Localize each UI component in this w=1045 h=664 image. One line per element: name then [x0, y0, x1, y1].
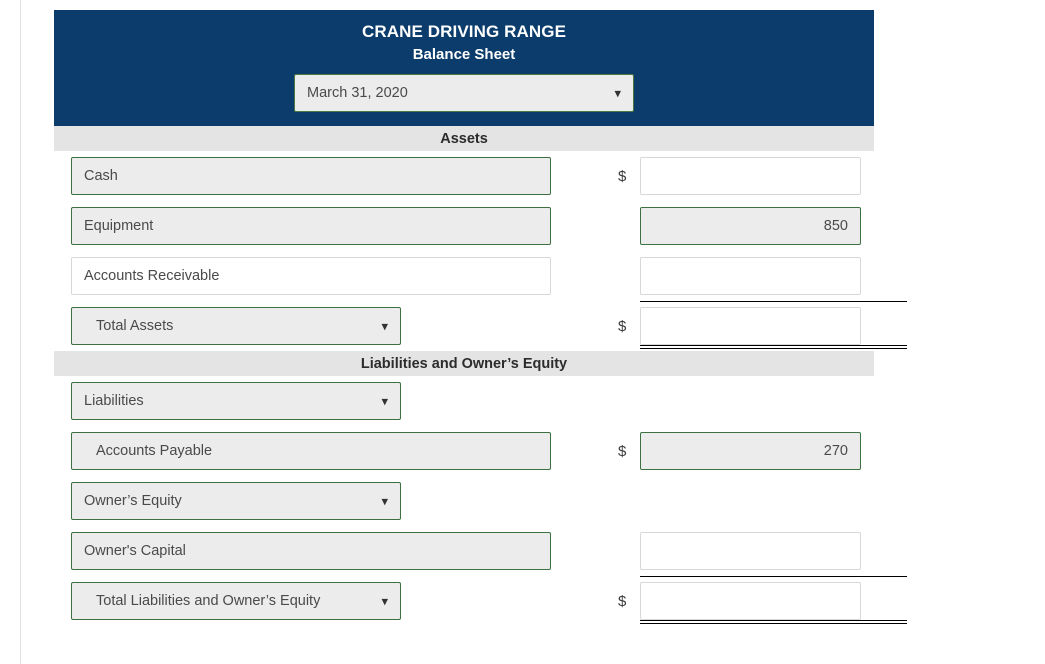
- amount-input-accounts-receivable[interactable]: [640, 257, 861, 295]
- account-label-cell: Accounts Payable: [71, 432, 551, 470]
- balance-sheet-form: CRANE DRIVING RANGE Balance Sheet March …: [54, 10, 907, 626]
- total-top-rule: [640, 576, 907, 577]
- chevron-down-icon: ▾: [381, 493, 388, 509]
- amount-cell: $850: [618, 207, 902, 245]
- account-label-cell: Total Liabilities and Owner’s Equity ▾: [71, 582, 401, 620]
- balance-sheet-row: Liabilities ▾: [54, 376, 874, 426]
- balance-sheet-row: Owner's Capital$: [54, 526, 874, 576]
- account-input-owner-s-capital[interactable]: Owner's Capital: [71, 532, 551, 570]
- account-select-total-liabilities-and-owner-s-equity[interactable]: Total Liabilities and Owner’s Equity ▾: [71, 582, 401, 620]
- currency-symbol: $: [618, 317, 627, 335]
- amount-input-total-liabilities-and-owner-s-equity[interactable]: [640, 582, 861, 620]
- company-name: CRANE DRIVING RANGE: [361, 22, 567, 41]
- account-label-cell: Total Assets ▾: [71, 307, 401, 345]
- account-input-accounts-payable[interactable]: Accounts Payable: [71, 432, 551, 470]
- account-label-text: Owner’s Equity: [84, 493, 182, 509]
- account-select-liabilities[interactable]: Liabilities ▾: [71, 382, 401, 420]
- account-label-text: Equipment: [84, 218, 154, 234]
- amount-cell: $: [618, 157, 902, 195]
- amount-input-equipment[interactable]: 850: [640, 207, 861, 245]
- account-label-cell: Owner's Capital: [71, 532, 551, 570]
- total-double-rule: [640, 345, 907, 349]
- statement-date-value: March 31, 2020: [307, 85, 408, 101]
- account-label-text: Owner's Capital: [84, 543, 186, 559]
- statement-date-select[interactable]: March 31, 2020 ▾: [294, 74, 634, 112]
- chevron-down-icon: ▾: [381, 593, 388, 609]
- assets-rows: Cash$Equipment$850Accounts Receivable$To…: [54, 151, 907, 351]
- account-select-owner-s-equity[interactable]: Owner’s Equity ▾: [71, 482, 401, 520]
- balance-sheet-row: Equipment$850: [54, 201, 874, 251]
- chevron-down-icon: ▾: [381, 393, 388, 409]
- account-input-cash[interactable]: Cash: [71, 157, 551, 195]
- chevron-down-icon: ▾: [381, 318, 388, 334]
- amount-input-cash[interactable]: [640, 157, 861, 195]
- account-label-text: Total Liabilities and Owner’s Equity: [96, 593, 321, 609]
- account-label-cell: Owner’s Equity ▾: [71, 482, 401, 520]
- balance-sheet-row: Accounts Payable $270: [54, 426, 874, 476]
- account-select-total-assets[interactable]: Total Assets ▾: [71, 307, 401, 345]
- balance-sheet-row: Cash $: [54, 151, 874, 201]
- balance-sheet-row: Owner’s Equity ▾: [54, 476, 874, 526]
- account-label-cell: Equipment: [71, 207, 551, 245]
- currency-symbol: $: [618, 592, 627, 610]
- balance-sheet-row: Total Liabilities and Owner’s Equity ▾ $: [54, 576, 907, 626]
- currency-symbol: $: [618, 167, 627, 185]
- amount-cell: $: [618, 532, 902, 570]
- amount-input-accounts-payable[interactable]: 270: [640, 432, 861, 470]
- statement-header: CRANE DRIVING RANGE Balance Sheet March …: [54, 10, 874, 126]
- account-label-text: Total Assets: [96, 318, 174, 334]
- assets-section-header: Assets: [54, 126, 874, 151]
- chevron-down-icon: ▾: [614, 85, 621, 101]
- account-label-text: Cash: [84, 168, 118, 184]
- account-input-accounts-receivable[interactable]: Accounts Receivable: [71, 257, 551, 295]
- account-label-text: Liabilities: [84, 393, 144, 409]
- date-select-wrapper: March 31, 2020 ▾: [54, 74, 874, 112]
- amount-input-total-assets[interactable]: [640, 307, 861, 345]
- amount-cell: $: [618, 582, 902, 620]
- amount-cell: $270: [618, 432, 902, 470]
- account-label-cell: Accounts Receivable: [71, 257, 551, 295]
- account-label-cell: Liabilities ▾: [71, 382, 401, 420]
- account-label-text: Accounts Receivable: [84, 268, 220, 284]
- liability-rows: Liabilities ▾ Accounts Payable $270 Owner’s …: [54, 376, 907, 626]
- balance-sheet-row: Total Assets ▾ $: [54, 301, 907, 351]
- account-input-equipment[interactable]: Equipment: [71, 207, 551, 245]
- total-top-rule: [640, 301, 907, 302]
- currency-symbol: $: [618, 442, 627, 460]
- amount-cell: $: [618, 307, 902, 345]
- amount-value: 850: [823, 218, 848, 234]
- statement-title: Balance Sheet: [412, 46, 516, 63]
- assets-section-label: Assets: [440, 130, 488, 147]
- amount-input-owner-s-capital[interactable]: [640, 532, 861, 570]
- total-double-rule: [640, 620, 907, 624]
- balance-sheet-row: Accounts Receivable$: [54, 251, 874, 301]
- left-divider-rule: [20, 0, 21, 664]
- amount-cell: $: [618, 257, 902, 295]
- account-label-text: Accounts Payable: [96, 443, 213, 459]
- account-label-cell: Cash: [71, 157, 551, 195]
- liabilities-section-header: Liabilities and Owner’s Equity: [54, 351, 874, 376]
- amount-value: 270: [823, 443, 848, 459]
- liabilities-section-label: Liabilities and Owner’s Equity: [360, 355, 568, 372]
